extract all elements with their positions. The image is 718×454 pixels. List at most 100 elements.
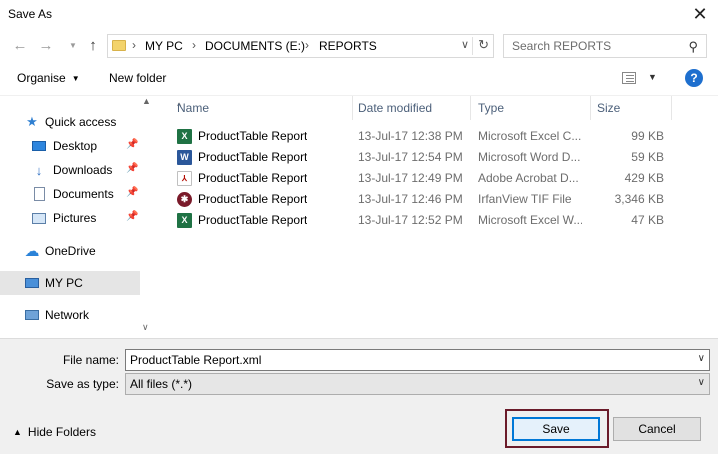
save-button[interactable]: Save	[512, 417, 600, 441]
column-header-date[interactable]: Date modified	[351, 96, 471, 120]
file-date: 13-Jul-17 12:49 PM	[358, 171, 463, 185]
file-date: 13-Jul-17 12:46 PM	[358, 192, 463, 206]
file-name: ProductTable Report	[198, 213, 308, 227]
filename-label: File name:	[62, 353, 119, 367]
download-icon: ↓	[35, 162, 43, 178]
breadcrumb-my-pc[interactable]: MY PC	[145, 39, 183, 53]
breadcrumb-separator-icon[interactable]: ›	[305, 38, 309, 52]
file-size: 47 KB	[631, 213, 664, 227]
column-header-size[interactable]: Size	[590, 96, 672, 120]
caret-down-icon: ▼	[71, 74, 80, 83]
arrow-up-icon[interactable]: ↑	[83, 37, 103, 55]
savetype-label: Save as type:	[46, 377, 119, 391]
cloud-icon: ☁	[24, 243, 40, 260]
organise-label: Organise	[17, 71, 66, 85]
pin-icon[interactable]: 📌	[126, 163, 138, 174]
sidebar-item-documents[interactable]: Documents 📌	[0, 182, 140, 206]
sidebar-item-pictures[interactable]: Pictures 📌	[0, 206, 140, 230]
scroll-down-icon[interactable]: ∨	[142, 322, 149, 333]
view-options-icon[interactable]	[622, 72, 636, 84]
navigation-pane[interactable]: ▲ ★ Quick access Desktop 📌 ↓ Downloads 📌…	[0, 96, 157, 338]
save-form: File name: ∨ Save as type: All files (*.…	[0, 338, 718, 454]
desktop-icon	[31, 139, 47, 153]
table-row[interactable]: W ProductTable Report 13-Jul-17 12:54 PM…	[170, 147, 700, 168]
folder-icon	[112, 40, 126, 51]
network-icon	[24, 308, 40, 322]
pin-icon[interactable]: 📌	[126, 187, 138, 198]
column-header-label: Date modified	[358, 101, 433, 115]
search-icon[interactable]: ⚲	[688, 39, 698, 55]
search-box[interactable]: ⚲	[503, 34, 707, 58]
table-row[interactable]: ✱ ProductTable Report 13-Jul-17 12:46 PM…	[170, 189, 700, 210]
breadcrumb-separator-icon[interactable]: ›	[132, 38, 136, 52]
pin-icon[interactable]: 📌	[126, 139, 138, 150]
sidebar-item-label: MY PC	[45, 276, 83, 290]
sidebar-item-quick-access[interactable]: ★ Quick access	[0, 110, 140, 134]
table-row[interactable]: ⅄ ProductTable Report 13-Jul-17 12:49 PM…	[170, 168, 700, 189]
sidebar-item-label: Desktop	[53, 139, 98, 153]
file-size: 59 KB	[631, 150, 664, 164]
file-name: ProductTable Report	[198, 192, 308, 206]
refresh-icon[interactable]: ↻	[478, 37, 489, 53]
sidebar-item-label: Network	[45, 308, 90, 322]
filename-field[interactable]: ∨	[125, 349, 710, 371]
filename-input[interactable]	[126, 350, 686, 370]
file-date: 13-Jul-17 12:54 PM	[358, 150, 463, 164]
file-list: ^ Name Date modified Type Size X Product…	[170, 96, 718, 338]
search-input[interactable]	[504, 35, 674, 57]
file-type: Microsoft Word D...	[478, 150, 581, 164]
savetype-value: All files (*.*)	[130, 377, 193, 391]
file-date: 13-Jul-17 12:38 PM	[358, 129, 463, 143]
file-name: ProductTable Report	[198, 150, 308, 164]
help-icon[interactable]: ?	[685, 69, 703, 87]
pin-icon[interactable]: 📌	[126, 211, 138, 222]
star-icon: ★	[26, 114, 38, 129]
table-row[interactable]: X ProductTable Report 13-Jul-17 12:52 PM…	[170, 210, 700, 231]
sidebar-item-desktop[interactable]: Desktop 📌	[0, 134, 140, 158]
file-name: ProductTable Report	[198, 171, 308, 185]
sidebar-item-my-pc[interactable]: MY PC	[0, 271, 140, 295]
address-dropdown-icon[interactable]: ∨	[461, 38, 469, 51]
view-caret-icon[interactable]: ▼	[648, 72, 657, 82]
chevron-down-icon[interactable]: ∨	[698, 353, 705, 364]
column-header-label: Name	[177, 101, 210, 115]
file-type: IrfanView TIF File	[478, 192, 572, 206]
cancel-button[interactable]: Cancel	[613, 417, 701, 441]
pdf-file-icon: ⅄	[177, 171, 192, 186]
tif-file-icon: ✱	[177, 192, 192, 207]
column-header-type[interactable]: Type	[471, 96, 591, 120]
arrow-left-icon[interactable]: ←	[10, 37, 30, 55]
organise-button[interactable]: Organise ▼	[17, 71, 80, 85]
sidebar-item-network[interactable]: Network	[0, 303, 140, 327]
table-row[interactable]: X ProductTable Report 13-Jul-17 12:38 PM…	[170, 126, 700, 147]
close-icon[interactable]: ✕	[688, 2, 712, 26]
scroll-up-icon[interactable]: ▲	[142, 96, 151, 106]
sidebar-item-label: Downloads	[53, 163, 113, 177]
new-folder-button[interactable]: New folder	[109, 71, 166, 85]
breadcrumb-separator-icon[interactable]: ›	[192, 38, 196, 52]
chevron-down-icon[interactable]: ▼	[63, 37, 83, 55]
computer-icon	[24, 276, 40, 290]
file-date: 13-Jul-17 12:52 PM	[358, 213, 463, 227]
address-divider	[472, 37, 473, 55]
address-bar[interactable]: › MY PC › DOCUMENTS (E:) › REPORTS ∨ ↻	[107, 34, 494, 58]
file-size: 99 KB	[631, 129, 664, 143]
sidebar-item-downloads[interactable]: ↓ Downloads 📌	[0, 158, 140, 182]
file-size: 3,346 KB	[614, 192, 664, 206]
breadcrumb-reports[interactable]: REPORTS	[319, 39, 377, 53]
savetype-select[interactable]: All files (*.*) ∨	[125, 373, 710, 395]
hide-folders-button[interactable]: ▲ Hide Folders	[13, 425, 96, 439]
sidebar-item-label: OneDrive	[45, 244, 96, 258]
breadcrumb-documents[interactable]: DOCUMENTS (E:)	[205, 39, 305, 53]
excel-file-icon: X	[177, 129, 192, 144]
sidebar-item-onedrive[interactable]: ☁ OneDrive	[0, 239, 140, 263]
chevron-down-icon[interactable]: ∨	[698, 377, 705, 388]
sidebar-item-label: Quick access	[45, 115, 117, 129]
column-header-name[interactable]: ^ Name	[170, 96, 353, 120]
hide-folders-label: Hide Folders	[27, 425, 96, 439]
picture-icon	[31, 211, 47, 225]
file-size: 429 KB	[624, 171, 664, 185]
document-icon	[31, 187, 47, 201]
title-bar: Save As ✕	[0, 0, 718, 30]
arrow-right-icon[interactable]: →	[36, 37, 56, 55]
